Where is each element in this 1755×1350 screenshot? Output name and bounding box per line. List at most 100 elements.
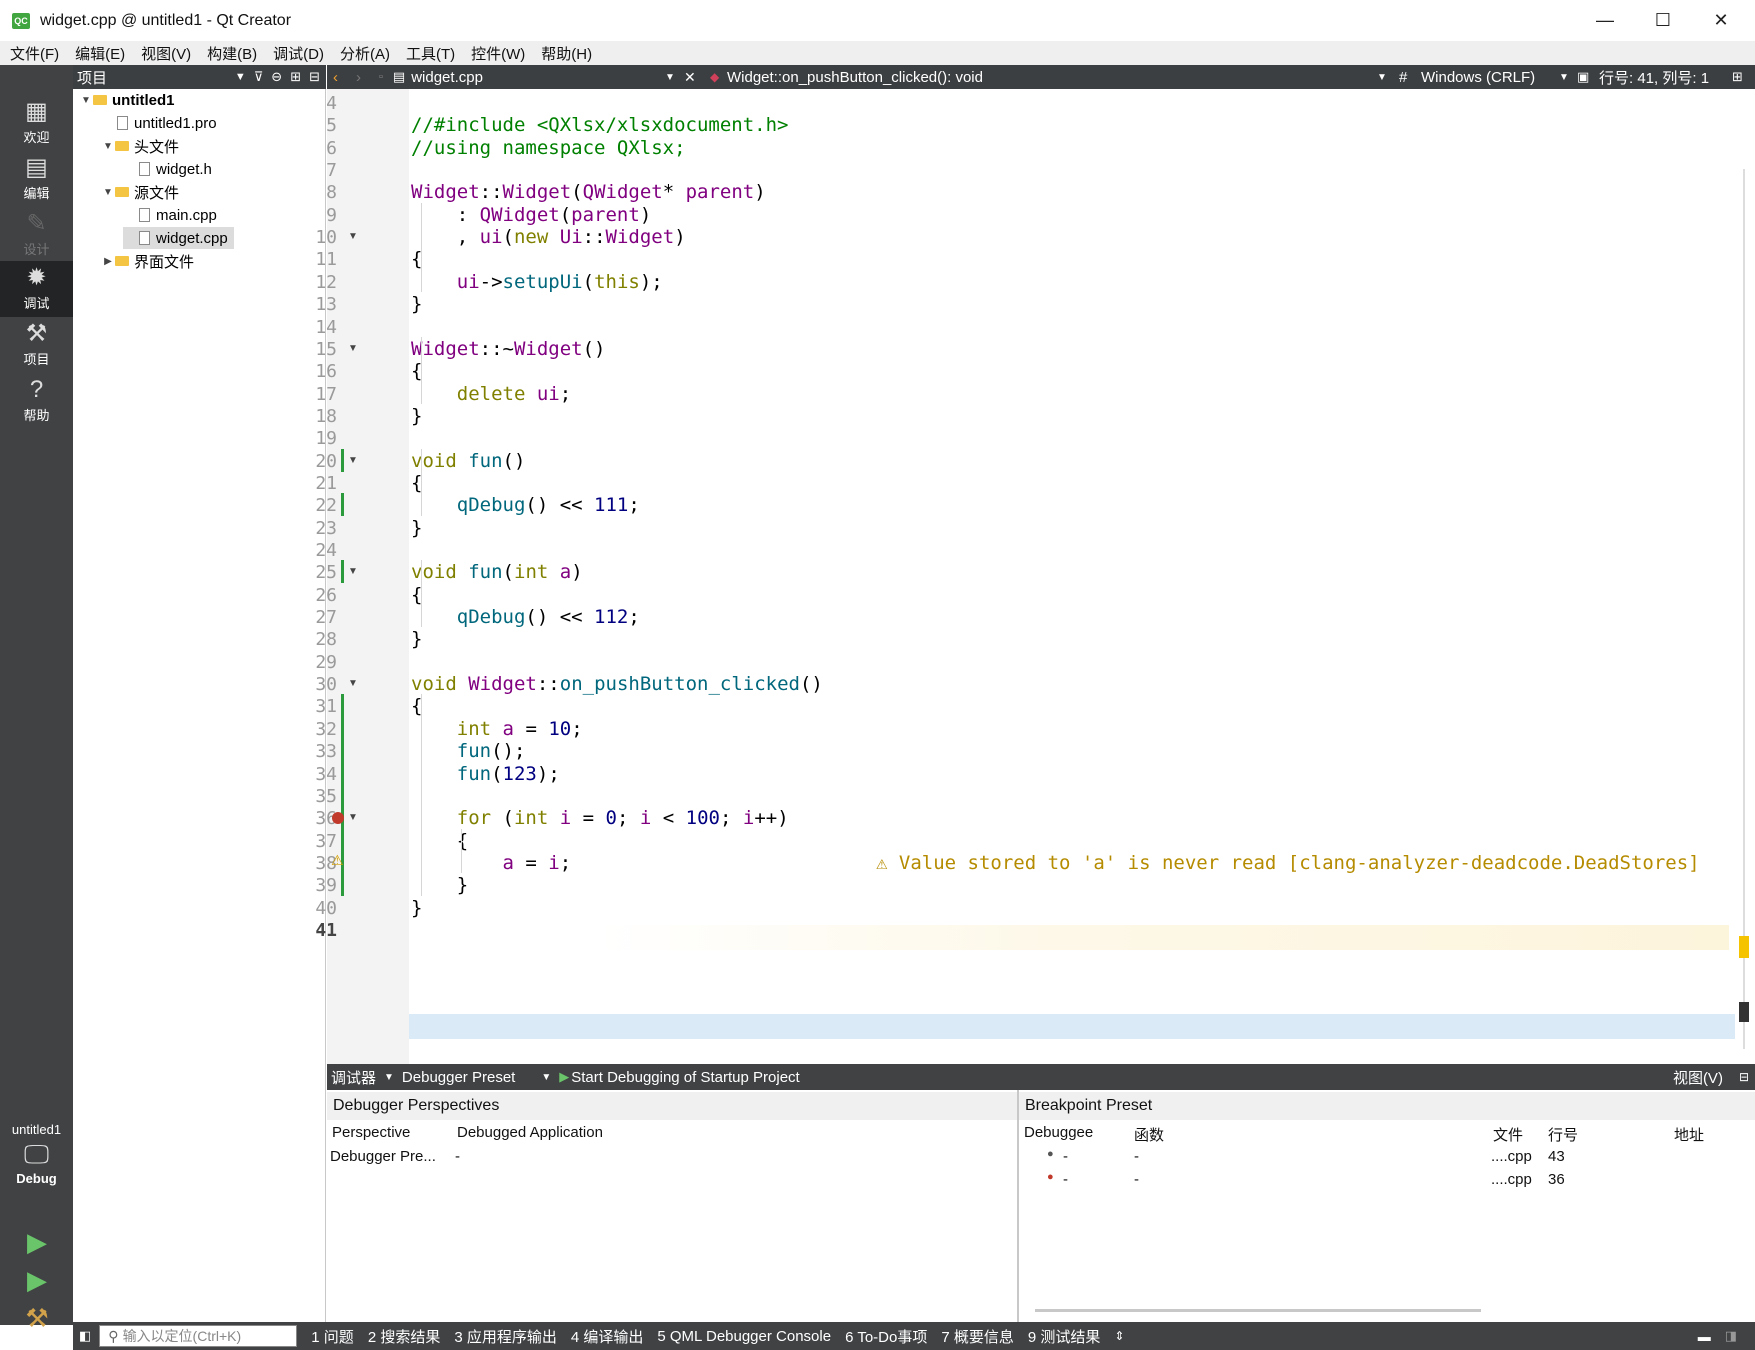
line-number[interactable]: 32 bbox=[291, 717, 337, 742]
pane-divider[interactable] bbox=[1017, 1090, 1019, 1325]
code-line[interactable]: a = i; bbox=[411, 851, 572, 876]
chevron-down-icon[interactable]: ▼ bbox=[101, 141, 115, 152]
column-header-address[interactable]: 地址 bbox=[1674, 1124, 1704, 1145]
start-debugging-button[interactable]: ▶ bbox=[18, 1263, 56, 1297]
tree-item-folder[interactable]: ▼ 头文件 bbox=[101, 135, 185, 157]
code-line[interactable]: } bbox=[411, 292, 422, 317]
code-line[interactable]: fun(); bbox=[411, 739, 526, 764]
debugged-app-cell[interactable]: - bbox=[455, 1148, 460, 1165]
code-line[interactable]: , ui(new Ui::Widget) bbox=[411, 225, 686, 250]
line-number[interactable]: 25 bbox=[291, 560, 337, 585]
line-number[interactable]: 27 bbox=[291, 605, 337, 630]
tab-search-results[interactable]: 2 搜索结果 bbox=[368, 1326, 441, 1347]
code-editor[interactable]: //#include <QXlsx/xlsxdocument.h>//using… bbox=[409, 89, 1735, 1064]
fold-marker-icon[interactable]: ▼ bbox=[348, 343, 358, 354]
line-number[interactable]: 12 bbox=[291, 270, 337, 295]
code-line[interactable]: qDebug() << 112; bbox=[411, 605, 640, 630]
line-number[interactable]: 41 bbox=[291, 918, 337, 943]
tree-item-file[interactable]: widget.cpp bbox=[123, 227, 234, 249]
filter-icon[interactable]: ⊽ bbox=[254, 69, 264, 85]
chevron-down-icon[interactable]: ▼ bbox=[79, 95, 93, 106]
toggle-sidebar-icon[interactable]: ◧ bbox=[79, 1328, 91, 1344]
column-header-line[interactable]: 行号 bbox=[1548, 1124, 1578, 1145]
kit-selector[interactable]: untitled1 🖵 Debug bbox=[0, 1122, 73, 1186]
mode-debug[interactable]: ✹ 调试 bbox=[0, 261, 73, 317]
line-number[interactable]: 15 bbox=[291, 337, 337, 362]
line-number[interactable]: 21 bbox=[291, 471, 337, 496]
run-button[interactable]: ▶ bbox=[18, 1225, 56, 1259]
tab-test-results[interactable]: 9 测试结果 bbox=[1028, 1326, 1101, 1347]
menu-help[interactable]: 帮助(H) bbox=[541, 43, 592, 64]
line-number[interactable]: 14 bbox=[291, 315, 337, 340]
column-header-debugged-app[interactable]: Debugged Application bbox=[457, 1124, 603, 1141]
chevron-down-icon[interactable]: ▼ bbox=[1559, 72, 1569, 83]
line-number[interactable]: 7 bbox=[291, 158, 337, 183]
locator-input[interactable]: ⚲ 输入以定位(Ctrl+K) bbox=[99, 1325, 298, 1347]
bp-debuggee-cell[interactable]: - bbox=[1063, 1171, 1068, 1188]
column-header-debuggee[interactable]: Debuggee bbox=[1024, 1124, 1093, 1141]
output-toggle-icon[interactable]: ◨ bbox=[1725, 1328, 1737, 1344]
back-icon[interactable]: ‹ bbox=[333, 69, 338, 86]
code-line[interactable]: int a = 10; bbox=[411, 717, 583, 742]
line-number[interactable]: 8 bbox=[291, 180, 337, 205]
line-number[interactable]: 22 bbox=[291, 493, 337, 518]
column-header-function[interactable]: 函数 bbox=[1134, 1124, 1164, 1145]
build-button[interactable]: ⚒ bbox=[18, 1301, 56, 1335]
close-document-icon[interactable]: ✕ bbox=[684, 69, 696, 86]
cursor-position[interactable]: 行号: 41, 列号: 1 bbox=[1599, 67, 1709, 88]
code-line[interactable]: fun(123); bbox=[411, 762, 560, 787]
fold-marker-icon[interactable]: ▼ bbox=[348, 678, 358, 689]
menu-file[interactable]: 文件(F) bbox=[10, 43, 59, 64]
line-number[interactable]: 39 bbox=[291, 873, 337, 898]
mode-design[interactable]: ✎ 设计 bbox=[0, 207, 73, 263]
tab-app-output[interactable]: 3 应用程序输出 bbox=[454, 1326, 557, 1347]
chevron-down-icon[interactable]: ▼ bbox=[665, 72, 675, 83]
line-number[interactable]: 36 bbox=[291, 806, 337, 831]
mode-welcome[interactable]: ▦ 欢迎 bbox=[0, 95, 73, 151]
line-number[interactable]: 19 bbox=[291, 426, 337, 451]
start-debugging-button[interactable]: Start Debugging of Startup Project bbox=[571, 1069, 799, 1086]
panel-close-icon[interactable]: ⊟ bbox=[1739, 1070, 1749, 1084]
line-number[interactable]: 11 bbox=[291, 247, 337, 272]
column-header-file[interactable]: 文件 bbox=[1493, 1124, 1523, 1145]
bp-function-cell[interactable]: - bbox=[1134, 1148, 1139, 1165]
line-number[interactable]: 26 bbox=[291, 583, 337, 608]
mode-edit[interactable]: ▤ 编辑 bbox=[0, 151, 73, 207]
chevron-down-icon[interactable]: ▼ bbox=[101, 187, 115, 198]
line-number[interactable]: 28 bbox=[291, 627, 337, 652]
line-number[interactable]: 34 bbox=[291, 762, 337, 787]
code-line[interactable]: } bbox=[411, 516, 422, 541]
tab-qml-console[interactable]: 5 QML Debugger Console bbox=[657, 1328, 831, 1345]
chevron-down-icon[interactable]: ▼ bbox=[541, 1072, 551, 1083]
split-icon[interactable]: ⊞ bbox=[1732, 69, 1743, 85]
tab-compile-output[interactable]: 4 编译输出 bbox=[571, 1326, 644, 1347]
scroll-thumb[interactable] bbox=[1739, 1002, 1749, 1022]
link-icon[interactable]: ⊖ bbox=[271, 69, 282, 85]
tab-general-messages[interactable]: 7 概要信息 bbox=[941, 1326, 1014, 1347]
code-line[interactable]: for (int i = 0; i < 100; i++) bbox=[411, 806, 789, 831]
more-tabs-icon[interactable]: ⇕ bbox=[1114, 1329, 1124, 1343]
line-number[interactable]: 20 bbox=[291, 449, 337, 474]
code-line[interactable]: } bbox=[411, 627, 422, 652]
tab-todo[interactable]: 6 To-Do事项 bbox=[845, 1326, 927, 1347]
line-number[interactable]: 9 bbox=[291, 203, 337, 228]
menu-edit[interactable]: 编辑(E) bbox=[75, 43, 125, 64]
bp-file-cell[interactable]: ....cpp bbox=[1491, 1171, 1532, 1188]
tree-item-folder[interactable]: ▼ 源文件 bbox=[101, 181, 185, 203]
editor-scrollbar[interactable] bbox=[1735, 89, 1755, 1064]
menu-debug[interactable]: 调试(D) bbox=[273, 43, 324, 64]
line-number[interactable]: 16 bbox=[291, 359, 337, 384]
menu-analyze[interactable]: 分析(A) bbox=[340, 43, 390, 64]
preset-combo[interactable]: Debugger Preset bbox=[402, 1069, 515, 1086]
line-number[interactable]: 18 bbox=[291, 404, 337, 429]
line-number[interactable]: 31 bbox=[291, 694, 337, 719]
code-line[interactable]: void fun() bbox=[411, 449, 525, 474]
line-number[interactable]: 40 bbox=[291, 896, 337, 921]
mode-projects[interactable]: ⚒ 项目 bbox=[0, 317, 73, 373]
menu-build[interactable]: 构建(B) bbox=[207, 43, 257, 64]
fold-marker-icon[interactable]: ▼ bbox=[348, 812, 358, 823]
chevron-down-icon[interactable]: ▼ bbox=[1377, 72, 1387, 83]
current-file-combo[interactable]: widget.cpp bbox=[411, 69, 483, 86]
progress-icon[interactable]: ▬ bbox=[1698, 1329, 1711, 1344]
code-line[interactable]: } bbox=[411, 896, 422, 921]
